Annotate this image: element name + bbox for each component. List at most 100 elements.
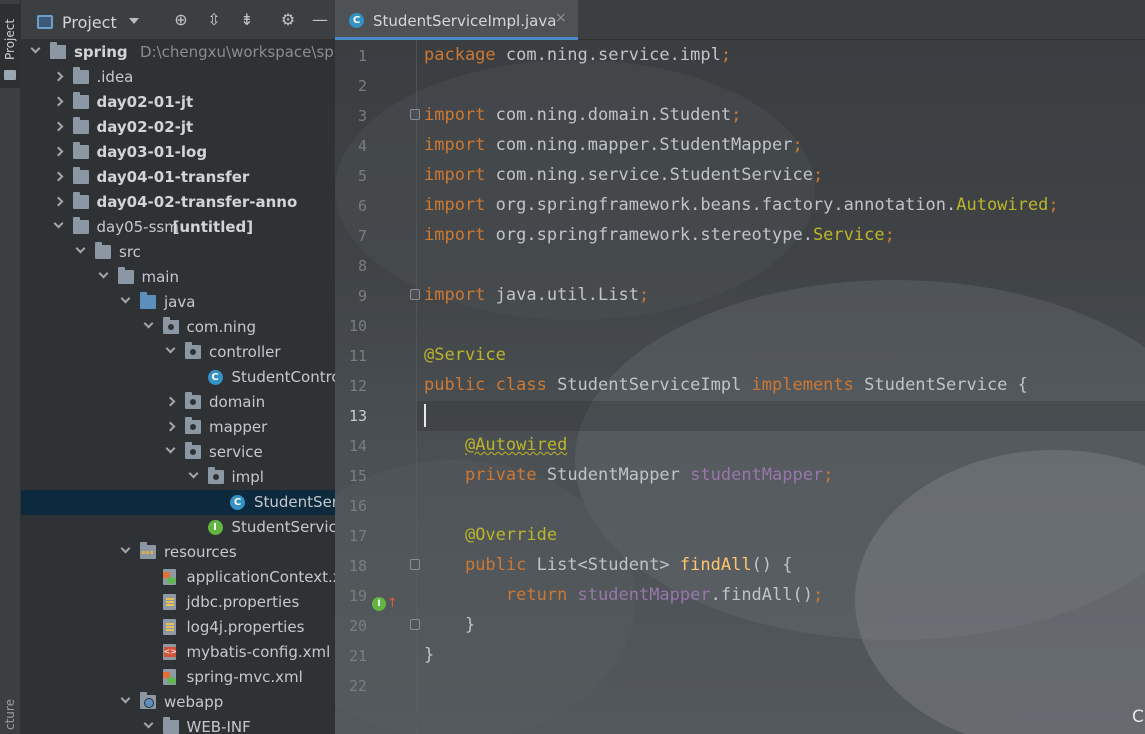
line-number: 6 [357,197,367,215]
fold-marker-icon[interactable] [410,559,420,570]
tree-item[interactable]: day02-01-jt [21,90,335,115]
chevron-right-icon[interactable] [53,146,63,157]
chevron-right-icon[interactable] [53,196,63,207]
line-number: 21 [348,647,367,665]
project-tool-tab[interactable]: Project [0,4,21,88]
collapse-all-icon[interactable]: ⇟ [237,10,257,30]
module-folder-icon [72,167,89,184]
code-token: @Override [464,525,558,545]
tree-item[interactable]: mapper [21,415,335,440]
folder-icon [162,717,179,734]
tree-item[interactable]: webapp [21,690,335,715]
tree-item[interactable]: C StudentControlle [21,365,335,390]
chevron-down-icon[interactable] [129,18,139,24]
chevron-down-icon[interactable] [120,543,131,554]
close-icon[interactable]: × [555,10,567,26]
chevron-right-icon[interactable] [165,396,176,407]
chevron-right-icon[interactable] [53,71,63,82]
chevron-down-icon[interactable] [165,443,176,454]
tree-item[interactable]: day03-01-log [21,140,335,165]
xml-file-icon [162,669,176,685]
line-number: 14 [348,437,367,455]
tree-item[interactable]: domain [21,390,335,415]
chevron-down-icon[interactable] [165,343,176,354]
tree-item[interactable]: C StudentService [21,490,335,515]
project-tool-tab-label: Project [3,18,17,60]
tree-item[interactable]: jdbc.properties [21,590,335,615]
tree-item-label: day02-01-jt [96,93,194,111]
code-token: } [424,645,435,665]
code-line: private StudentMapper studentMapper; [424,460,834,490]
tree-item[interactable]: day04-01-transfer [21,165,335,190]
class-icon: C [349,13,364,28]
code-token: ; [884,225,895,245]
code-token: import [424,225,496,245]
chevron-down-icon[interactable] [143,718,153,729]
line-number-gutter[interactable]: I ↑ 1 2 3 4 5 6 7 8 9 10 11 12 13 14 15 16 17 18 19 20 21 22 [335,40,420,734]
module-folder-icon [72,192,89,209]
chevron-down-icon[interactable] [98,268,108,279]
line-number: 8 [357,257,367,275]
tree-item[interactable]: .idea [21,65,335,90]
tree-item[interactable]: spring D:\chengxu\workspace\spring [21,40,335,65]
tree-item[interactable]: src [21,240,335,265]
tree-item[interactable]: log4j.properties [21,615,335,640]
fold-marker-icon[interactable] [410,619,420,630]
structure-tool-tab[interactable]: cture [3,699,17,730]
chevron-right-icon[interactable] [165,421,176,432]
fold-marker-icon[interactable] [410,109,420,120]
chevron-down-icon[interactable] [75,243,86,254]
module-folder-icon [72,142,89,159]
tree-item-label: day04-02-transfer-anno [96,193,298,211]
tree-item[interactable]: com.ning [21,315,335,340]
minimize-icon[interactable]: — [310,10,330,30]
code-line: } [424,610,475,640]
line-number: 12 [348,377,367,395]
tree-item-label: java [164,293,196,311]
chevron-down-icon[interactable] [120,293,131,304]
project-panel-title[interactable]: Project [62,13,117,32]
line-number: 3 [357,107,367,125]
properties-file-icon [162,619,176,635]
chevron-down-icon[interactable] [30,43,41,54]
expand-all-icon[interactable]: ⇳ [204,10,224,30]
tab-studentserviceimpl[interactable]: C StudentServiceImpl.java × [335,0,578,40]
chevron-down-icon[interactable] [53,218,63,229]
chevron-right-icon[interactable] [53,171,63,182]
tree-item-label: StudentControlle [231,368,336,386]
chevron-down-icon[interactable] [120,693,131,704]
chevron-down-icon[interactable] [188,468,198,479]
tree-item[interactable]: I StudentService [21,515,335,540]
fold-marker-icon[interactable] [410,289,420,300]
tree-item[interactable]: day04-02-transfer-anno [21,190,335,215]
tree-item-label: log4j.properties [186,618,305,636]
chevron-down-icon[interactable] [143,318,153,329]
tree-item[interactable]: applicationContext.xml [21,565,335,590]
folder-icon [117,267,134,284]
tree-item[interactable]: main [21,265,335,290]
line-number: 17 [348,527,367,545]
tree-item-label: impl [231,468,264,486]
chevron-right-icon[interactable] [53,96,63,107]
implements-interface-icon[interactable]: I [372,597,386,611]
tree-item[interactable]: mybatis-config.xml [21,640,335,665]
folder-icon [72,67,89,84]
tree-item[interactable]: controller [21,340,335,365]
tree-item[interactable]: resources [21,540,335,565]
code-token: findAll [679,555,752,575]
tree-item[interactable]: day05-ssm [untitled] [21,215,335,240]
tree-item[interactable]: day02-02-jt [21,115,335,140]
tree-item[interactable]: spring-mvc.xml [21,665,335,690]
tree-item[interactable]: impl [21,465,335,490]
tree-item[interactable]: java [21,290,335,315]
arrow-up-icon[interactable]: ↑ [387,596,398,611]
chevron-right-icon[interactable] [53,121,63,132]
tree-item[interactable]: WEB-INF [21,715,335,734]
tree-item[interactable]: service [21,440,335,465]
target-icon[interactable]: ⊕ [171,10,191,30]
watermark: CSDN @专吃海绵宝宝菠萝屋的派大星 [1132,707,1145,727]
xml-file-icon [162,569,176,585]
line-number: 1 [357,47,367,65]
gear-icon[interactable]: ⚙ [278,10,298,30]
code-line: package com.ning.service.impl; [424,40,731,70]
